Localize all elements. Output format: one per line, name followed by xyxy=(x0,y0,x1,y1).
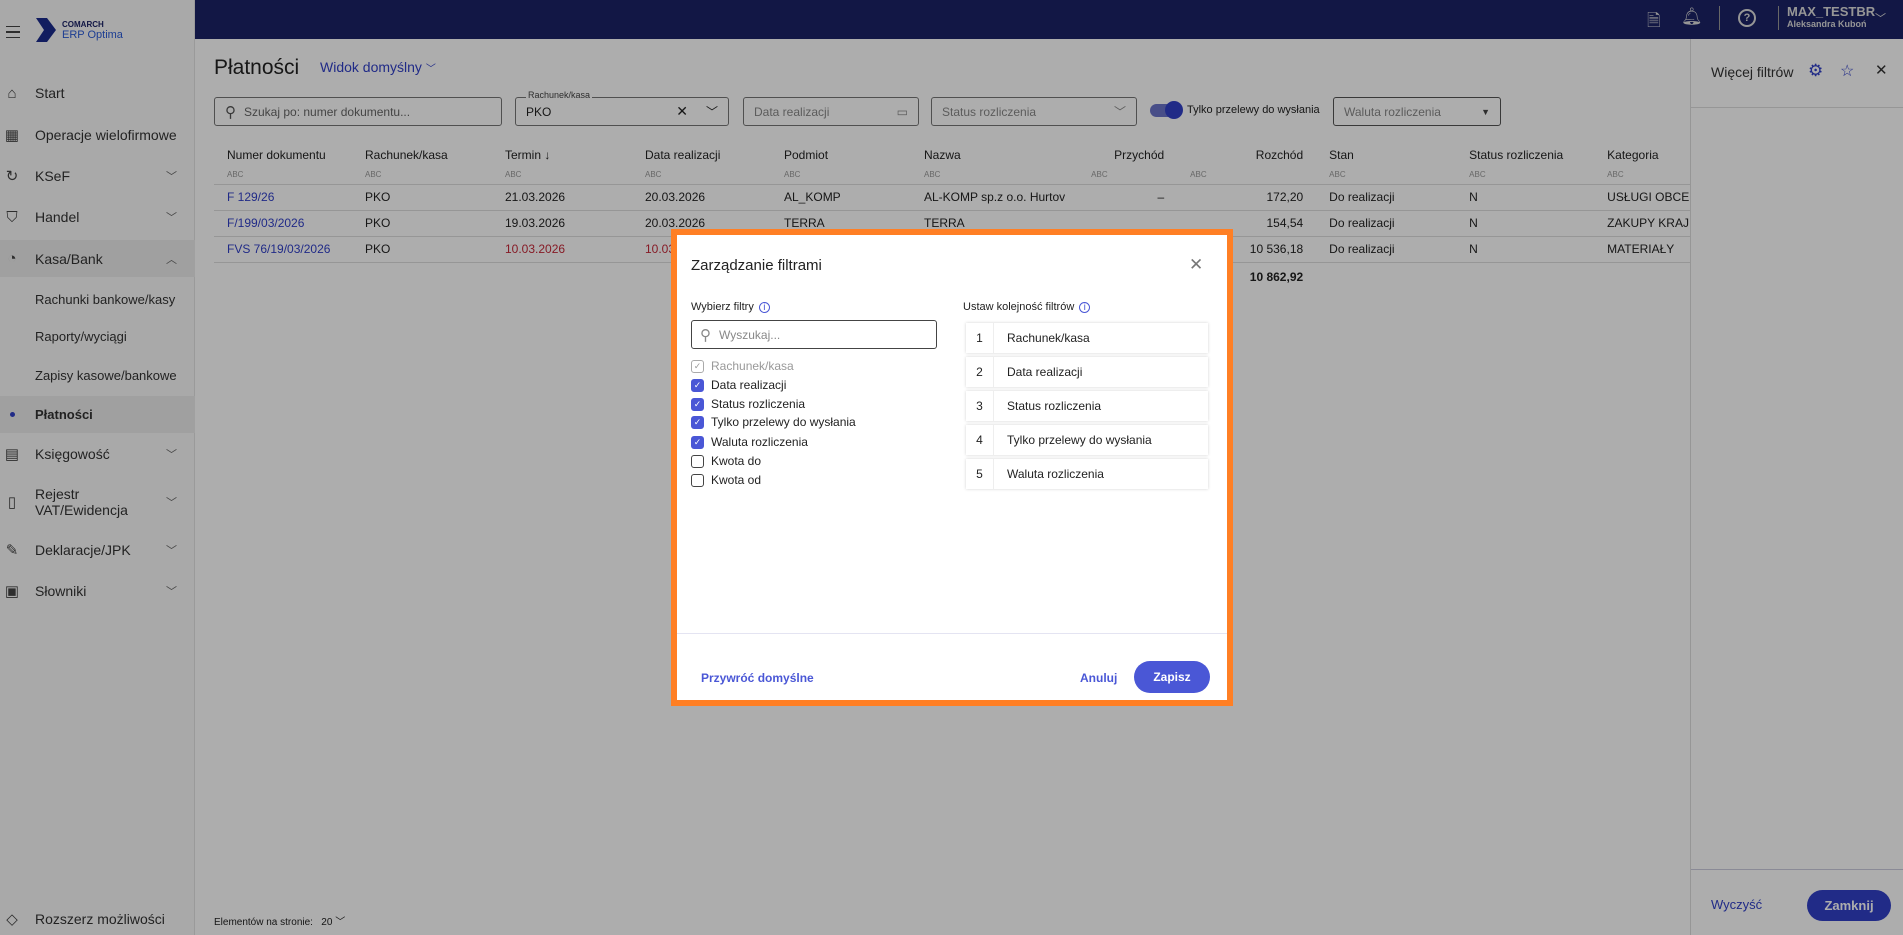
option-label: Kwota do xyxy=(711,454,762,468)
order-number: 1 xyxy=(966,323,994,353)
filter-option-kwota-od[interactable]: Kwota od xyxy=(691,473,761,487)
option-label: Data realizacji xyxy=(711,378,787,392)
save-button[interactable]: Zapisz xyxy=(1134,661,1210,693)
order-item[interactable]: 1 Rachunek/kasa xyxy=(966,323,1208,353)
option-label: Tylko przelewy do wysłania xyxy=(711,415,856,429)
order-number: 5 xyxy=(966,459,994,489)
info-icon[interactable]: i xyxy=(758,301,770,313)
search-placeholder: Wyszukaj... xyxy=(719,327,781,342)
checkbox-checked-disabled: ✓ xyxy=(691,359,704,373)
close-icon[interactable]: ✕ xyxy=(1189,255,1203,275)
dialog-title: Zarządzanie filtrami xyxy=(691,257,822,274)
select-filters-header: Wybierz filtry i xyxy=(691,301,770,313)
checkbox-checked[interactable]: ✓ xyxy=(691,378,704,392)
option-label: Rachunek/kasa xyxy=(711,359,794,373)
option-label: Status rozliczenia xyxy=(711,397,806,411)
order-label: Rachunek/kasa xyxy=(1007,331,1090,345)
order-item[interactable]: 3 Status rozliczenia xyxy=(966,391,1208,421)
header-label: Ustaw kolejność filtrów xyxy=(963,301,1075,313)
checkbox-checked[interactable]: ✓ xyxy=(691,435,704,449)
option-label: Kwota od xyxy=(711,473,762,487)
order-label: Tylko przelewy do wysłania xyxy=(1007,433,1152,447)
filter-search-input[interactable]: ⚲ Wyszukaj... xyxy=(691,320,937,349)
filter-option-kwota-do[interactable]: Kwota do xyxy=(691,454,761,468)
checkbox-unchecked[interactable] xyxy=(691,454,704,468)
order-label: Status rozliczenia xyxy=(1007,399,1102,413)
info-icon[interactable]: i xyxy=(1079,301,1091,313)
order-filters-header: Ustaw kolejność filtrów i xyxy=(963,301,1091,313)
option-label: Waluta rozliczenia xyxy=(711,435,808,449)
filter-option-tylko-przelewy[interactable]: ✓ Tylko przelewy do wysłania xyxy=(691,415,856,429)
order-number: 2 xyxy=(966,357,994,387)
header-label: Wybierz filtry xyxy=(691,301,754,313)
manage-filters-dialog: Zarządzanie filtrami ✕ Wybierz filtry i ⚲… xyxy=(671,229,1233,706)
order-item[interactable]: 4 Tylko przelewy do wysłania xyxy=(966,425,1208,455)
filter-option-status[interactable]: ✓ Status rozliczenia xyxy=(691,397,805,411)
cancel-button[interactable]: Anuluj xyxy=(1080,671,1117,685)
filter-option-rachunek: ✓ Rachunek/kasa xyxy=(691,359,794,373)
checkbox-checked[interactable]: ✓ xyxy=(691,415,704,429)
order-item[interactable]: 5 Waluta rozliczenia xyxy=(966,459,1208,489)
filter-option-data-realizacji[interactable]: ✓ Data realizacji xyxy=(691,378,786,392)
order-item[interactable]: 2 Data realizacji xyxy=(966,357,1208,387)
search-icon: ⚲ xyxy=(700,326,711,344)
checkbox-unchecked[interactable] xyxy=(691,473,704,487)
order-number: 4 xyxy=(966,425,994,455)
order-label: Waluta rozliczenia xyxy=(1007,467,1104,481)
checkbox-checked[interactable]: ✓ xyxy=(691,397,704,411)
order-number: 3 xyxy=(966,391,994,421)
order-label: Data realizacji xyxy=(1007,365,1083,379)
filter-option-waluta[interactable]: ✓ Waluta rozliczenia xyxy=(691,435,808,449)
divider xyxy=(677,633,1227,634)
restore-defaults-button[interactable]: Przywróć domyślne xyxy=(701,671,814,685)
